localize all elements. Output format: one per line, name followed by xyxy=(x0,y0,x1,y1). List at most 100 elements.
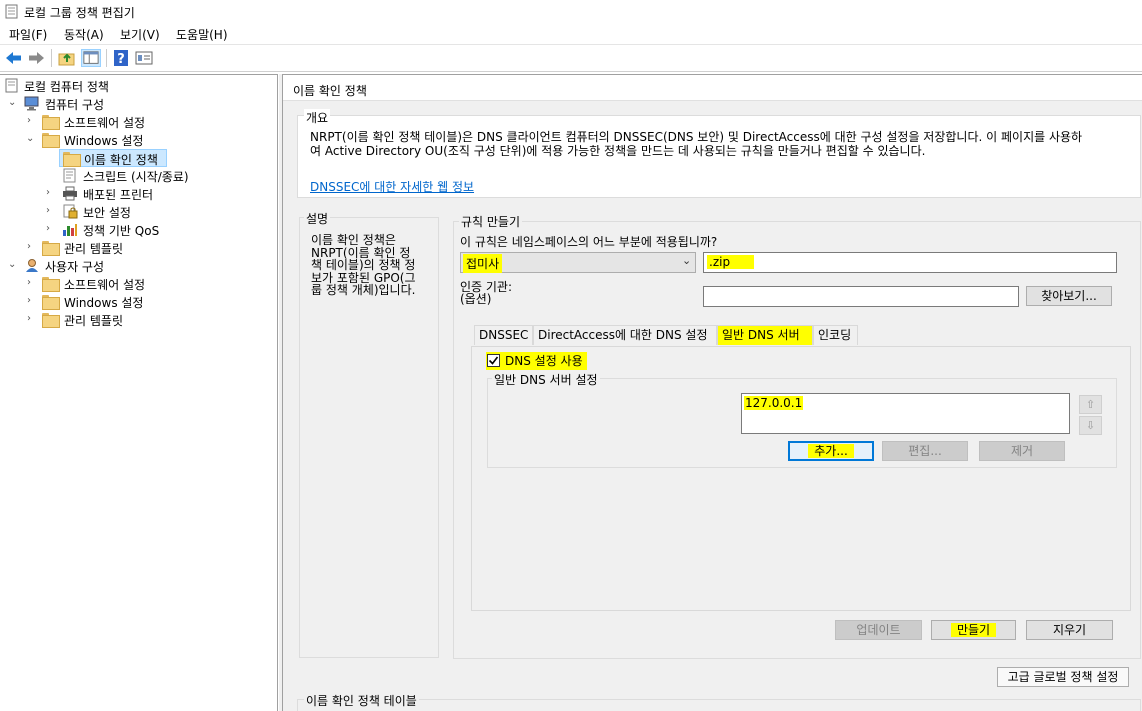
arrow-down-icon: ⇩ xyxy=(1085,419,1096,432)
namespace-value: .zip xyxy=(707,255,755,269)
tree-item-cc-admin[interactable]: › 관리 템플릿 xyxy=(23,239,223,257)
help-icon[interactable]: ? xyxy=(111,49,131,67)
move-up-button[interactable]: ⇧ xyxy=(1079,395,1102,414)
tree-item-cc-software[interactable]: › 소프트웨어 설정 xyxy=(23,113,263,131)
tree-item-uc-windows[interactable]: › Windows 설정 xyxy=(23,293,223,311)
add-button[interactable]: 추가... xyxy=(788,441,874,461)
tree-item-label: 소프트웨어 설정 xyxy=(64,116,146,130)
tree-item-label: Windows 설정 xyxy=(64,296,144,310)
toolbar-separator xyxy=(51,49,52,67)
chevron-right-icon[interactable]: › xyxy=(27,242,37,252)
create-button[interactable]: 만들기 xyxy=(931,620,1016,640)
forward-arrow-icon[interactable] xyxy=(26,49,46,67)
chevron-down-icon: ⌄ xyxy=(682,254,692,267)
policy-document-icon xyxy=(5,78,18,93)
up-folder-icon[interactable] xyxy=(57,49,77,67)
create-button-label: 만들기 xyxy=(950,623,997,637)
details-pane: 이름 확인 정책 개요 NRPT(이름 확인 정책 테이블)은 DNS 클라이언… xyxy=(282,74,1142,711)
create-rule-title: 규칙 만들기 xyxy=(459,213,523,230)
bar-chart-icon xyxy=(63,224,77,236)
clear-button[interactable]: 지우기 xyxy=(1026,620,1113,640)
browse-button[interactable]: 찾아보기... xyxy=(1026,286,1112,306)
list-item[interactable]: 127.0.0.1 xyxy=(744,396,804,410)
nrpt-table-title: 이름 확인 정책 테이블 xyxy=(304,692,419,709)
overview-line: NRPT(이름 확인 정책 테이블)은 DNS 클라이언트 컴퓨터의 DNSSE… xyxy=(310,130,1083,144)
namespace-type-value: 접미사 xyxy=(463,254,503,273)
chevron-right-icon[interactable]: › xyxy=(46,188,56,198)
folder-icon xyxy=(42,313,60,328)
tree-item-printers[interactable]: › 배포된 프린터 xyxy=(41,185,241,203)
tree-item-user-config[interactable]: ⌄ 사용자 구성 xyxy=(5,257,205,275)
properties-icon[interactable] xyxy=(134,49,154,67)
tree-item-label: Windows 설정 xyxy=(64,134,144,148)
tree-item-scripts[interactable]: 스크립트 (시작/종료) xyxy=(59,167,259,185)
svg-text:?: ? xyxy=(117,52,125,67)
chevron-down-icon[interactable]: ⌄ xyxy=(26,134,36,144)
menu-view[interactable]: 보기(V) xyxy=(120,26,160,43)
tree-item-label: 관리 템플릿 xyxy=(64,314,124,328)
tree-item-qos[interactable]: › 정책 기반 QoS xyxy=(41,221,241,239)
chevron-down-icon[interactable]: ⌄ xyxy=(8,98,18,108)
ca-label: 인증 기관: (옵션) xyxy=(460,281,512,305)
back-arrow-icon[interactable] xyxy=(4,49,24,67)
tree-item-security[interactable]: › 보안 설정 xyxy=(41,203,241,221)
create-rule-group: 규칙 만들기 이 규칙은 네임스페이스의 어느 부분에 적용됩니까? 접미사 ⌄… xyxy=(453,213,1141,659)
chevron-right-icon[interactable]: › xyxy=(27,116,37,126)
tab-content: DNS 설정 사용 일반 DNS 서버 설정 127.0.0.1 ⇧ ⇩ 추가.… xyxy=(471,346,1131,611)
arrow-up-icon: ⇧ xyxy=(1085,398,1096,411)
chevron-right-icon[interactable]: › xyxy=(46,206,56,216)
overview-line: 여 Active Directory OU(조직 구성 단위)에 적용 가능한 … xyxy=(310,144,926,158)
overview-text: NRPT(이름 확인 정책 테이블)은 DNS 클라이언트 컴퓨터의 DNSSE… xyxy=(310,130,1082,158)
description-line: 책 테이블)의 정책 정 xyxy=(311,258,416,272)
dns-server-list[interactable]: 127.0.0.1 xyxy=(741,393,1070,434)
ca-input[interactable] xyxy=(703,286,1019,307)
tree-item-computer-config[interactable]: ⌄ 컴퓨터 구성 xyxy=(5,95,265,113)
description-line: 룹 정책 개체)입니다. xyxy=(311,283,416,297)
namespace-value-input[interactable]: .zip xyxy=(703,252,1117,273)
tab-strip: DNSSEC DirectAccess에 대한 DNS 설정 일반 DNS 서버… xyxy=(471,325,1123,347)
chevron-down-icon[interactable]: ⌄ xyxy=(8,260,18,270)
remove-button[interactable]: 제거 xyxy=(979,441,1065,461)
description-group: 설명 이름 확인 정책은 NRPT(이름 확인 정 책 테이블)의 정책 정 보… xyxy=(299,210,439,658)
menu-help[interactable]: 도움말(H) xyxy=(176,26,228,43)
overview-group: 개요 NRPT(이름 확인 정책 테이블)은 DNS 클라이언트 컴퓨터의 DN… xyxy=(297,109,1141,198)
advanced-global-settings-button[interactable]: 고급 글로벌 정책 설정 xyxy=(997,667,1129,687)
menu-action[interactable]: 동작(A) xyxy=(64,26,104,43)
computer-icon xyxy=(24,96,39,111)
chevron-right-icon[interactable]: › xyxy=(27,314,37,324)
chevron-right-icon[interactable]: › xyxy=(27,278,37,288)
dns-server-group: 일반 DNS 서버 설정 127.0.0.1 ⇧ ⇩ 추가... 편집... 제… xyxy=(487,371,1117,468)
user-icon xyxy=(26,259,38,272)
tree-item-label: 관리 템플릿 xyxy=(64,242,124,256)
policy-editor-icon xyxy=(5,4,18,19)
description-text: 이름 확인 정책은 NRPT(이름 확인 정 책 테이블)의 정책 정 보가 포… xyxy=(311,234,416,297)
tab-dnssec[interactable]: DNSSEC xyxy=(474,325,533,345)
ca-label-line: (옵션) xyxy=(460,292,492,306)
checkmark-icon xyxy=(488,356,499,365)
show-hide-tree-icon[interactable] xyxy=(81,49,101,67)
chevron-right-icon[interactable]: › xyxy=(46,224,56,234)
tab-encoding[interactable]: 인코딩 xyxy=(813,325,858,345)
move-down-button[interactable]: ⇩ xyxy=(1079,416,1102,435)
folder-icon xyxy=(42,241,60,256)
edit-button[interactable]: 편집... xyxy=(882,441,968,461)
tree-item-uc-software[interactable]: › 소프트웨어 설정 xyxy=(23,275,223,293)
update-button[interactable]: 업데이트 xyxy=(835,620,922,640)
namespace-type-select[interactable]: 접미사 ⌄ xyxy=(460,252,696,273)
tab-directaccess[interactable]: DirectAccess에 대한 DNS 설정 xyxy=(533,325,717,345)
chevron-right-icon[interactable]: › xyxy=(27,296,37,306)
dnssec-info-link[interactable]: DNSSEC에 대한 자세한 웹 정보 xyxy=(310,178,474,195)
use-dns-checkbox[interactable]: DNS 설정 사용 xyxy=(486,352,587,370)
tree-item-label: 소프트웨어 설정 xyxy=(64,278,146,292)
window-title: 로컬 그룹 정책 편집기 xyxy=(24,6,135,20)
tree-item-nrpt-selected[interactable]: 이름 확인 정책 xyxy=(59,149,167,167)
tab-generic-dns[interactable]: 일반 DNS 서버 xyxy=(717,325,813,345)
tree-item-label: 배포된 프린터 xyxy=(83,188,154,202)
tree-item-cc-windows[interactable]: ⌄ Windows 설정 xyxy=(23,131,263,149)
description-line: 이름 확인 정책은 xyxy=(311,233,396,247)
tree-item-uc-admin[interactable]: › 관리 템플릿 xyxy=(23,311,223,329)
title-bar: 로컬 그룹 정책 편집기 xyxy=(0,0,1142,23)
menu-file[interactable]: 파일(F) xyxy=(9,26,47,43)
tree-item-local-computer-policy[interactable]: 로컬 컴퓨터 정책 xyxy=(3,77,263,95)
toolbar: ? xyxy=(0,45,1142,72)
